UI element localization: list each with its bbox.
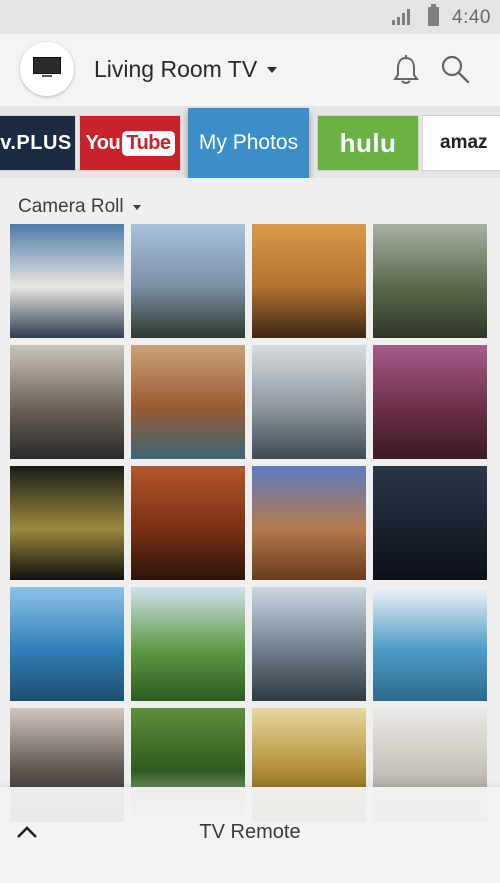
app-label-amazon: amaz xyxy=(440,132,488,153)
app-tile-vplus[interactable]: v.PLUS xyxy=(0,115,76,171)
battery-icon xyxy=(428,4,439,26)
photo-thumbnail-jungle-hills[interactable] xyxy=(131,587,245,701)
photo-thumbnail-canyon-light[interactable] xyxy=(131,466,245,580)
dropdown-caret-icon xyxy=(132,204,141,210)
app-tile-hulu[interactable]: hulu xyxy=(317,115,419,171)
app-tile-youtube[interactable]: You Tube xyxy=(79,115,181,171)
photo-thumbnail-horseshoe-bend[interactable] xyxy=(131,345,245,459)
apps-carousel[interactable]: v.PLUS You Tube hulu amaz My Photos xyxy=(0,106,500,178)
tv-remote-label: TV Remote xyxy=(199,821,301,843)
device-selector[interactable]: Living Room TV xyxy=(94,56,278,83)
album-title-label: Camera Roll xyxy=(18,196,124,217)
app-label-hulu: hulu xyxy=(339,127,397,158)
photo-thumbnail-antelope-canyon-purple[interactable] xyxy=(373,345,487,459)
photo-thumbnail-golden-gate-tower-sunset[interactable] xyxy=(252,224,366,338)
bell-icon[interactable] xyxy=(391,54,421,86)
app-tile-my-photos[interactable]: My Photos xyxy=(188,108,309,178)
cellular-signal-icon xyxy=(392,9,412,25)
photo-thumbnail-sky-clouds-valley[interactable] xyxy=(131,224,245,338)
dropdown-caret-icon xyxy=(267,66,278,73)
app-header: Living Room TV xyxy=(0,34,500,106)
photo-thumbnail-bridge-fog[interactable] xyxy=(252,345,366,459)
app-tile-amazon[interactable]: amaz xyxy=(422,115,500,171)
device-avatar[interactable] xyxy=(20,42,74,96)
app-label-my-photos: My Photos xyxy=(198,131,299,154)
photo-thumbnail-forest-road[interactable] xyxy=(373,224,487,338)
status-bar: 4:40 xyxy=(0,0,500,34)
search-icon[interactable] xyxy=(440,54,470,84)
app-label-vplus: v.PLUS xyxy=(0,131,72,154)
device-name-label: Living Room TV xyxy=(94,56,258,82)
photo-thumbnail-night-sky[interactable] xyxy=(373,466,487,580)
photo-thumbnail-monument-valley[interactable] xyxy=(252,466,366,580)
app-label-youtube-you: You xyxy=(85,131,121,154)
photo-thumbnail-wedding-bouquet[interactable] xyxy=(10,345,124,459)
photo-thumbnail-marina-boats[interactable] xyxy=(10,224,124,338)
tv-remote-bar[interactable]: TV Remote xyxy=(0,787,500,883)
tv-icon xyxy=(33,57,61,77)
photo-thumbnail-tower-bridge[interactable] xyxy=(252,587,366,701)
album-selector[interactable]: Camera Roll xyxy=(18,196,141,218)
photo-thumbnail-island-aerial[interactable] xyxy=(373,587,487,701)
app-label-youtube-tube: Tube xyxy=(122,130,175,156)
photo-thumbnail-big-ben-night[interactable] xyxy=(10,466,124,580)
photo-thumbnail-coast-bay[interactable] xyxy=(10,587,124,701)
status-time: 4:40 xyxy=(452,7,491,28)
